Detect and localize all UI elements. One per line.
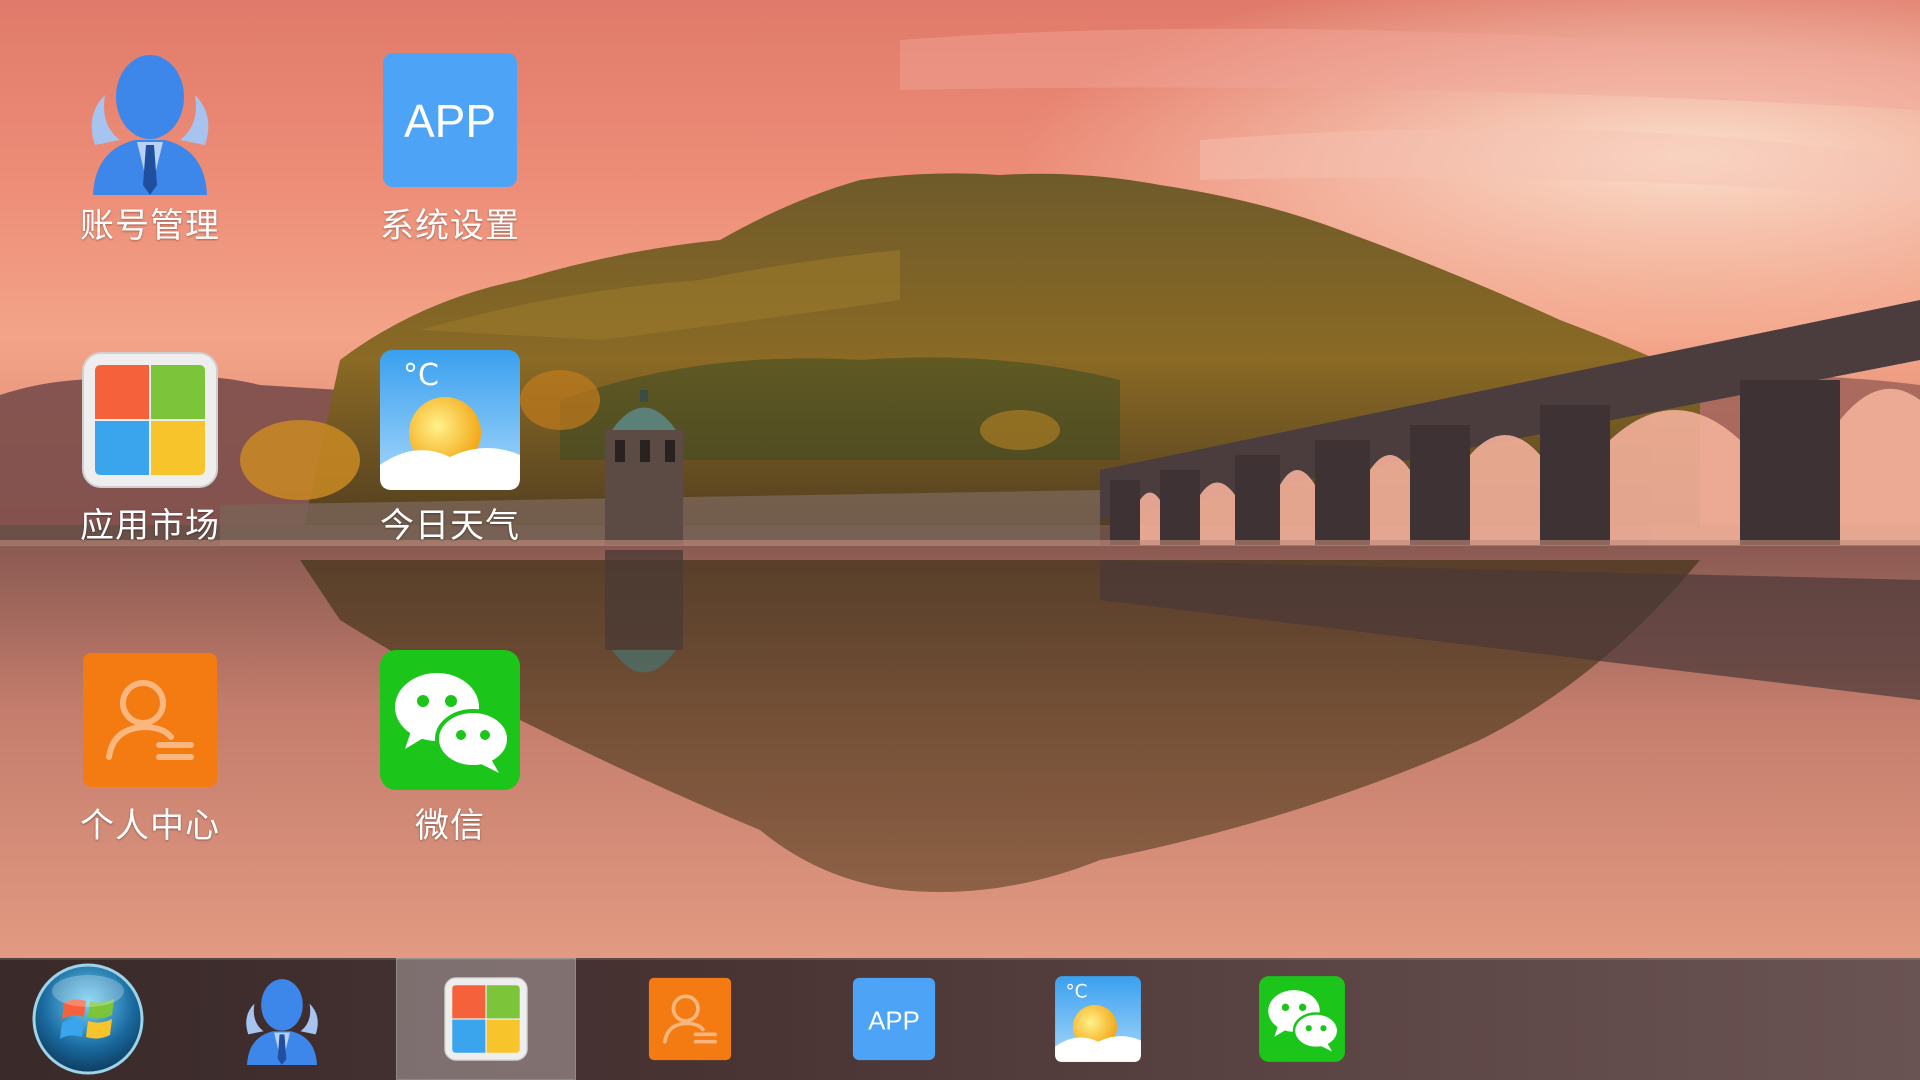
desktop-icon-label: 系统设置: [380, 206, 520, 246]
taskbar-item-account[interactable]: [192, 958, 372, 1080]
wallpaper-landscape: [0, 0, 1920, 958]
app-badge-text: APP: [404, 95, 496, 147]
weather-sun-icon: °C: [1055, 976, 1141, 1062]
weather-badge-text: °C: [403, 358, 439, 393]
desktop-icon-weather[interactable]: °C 今日天气: [335, 345, 565, 575]
weather-badge-text: °C: [1065, 982, 1087, 1003]
wechat-icon: [1259, 976, 1345, 1062]
desktop-icon-label: 今日天气: [380, 506, 520, 546]
desktop-icon-profile[interactable]: 个人中心: [35, 645, 265, 875]
desktop-icon-label: 应用市场: [80, 506, 220, 546]
taskbar-item-profile[interactable]: [600, 958, 780, 1080]
account-person-icon: [246, 979, 318, 1065]
desktop-icon-label: 账号管理: [80, 206, 220, 246]
account-person-icon: [91, 55, 209, 195]
weather-sun-icon: °C: [380, 350, 520, 490]
app-settings-icon: APP: [852, 977, 936, 1061]
desktop-icon-wechat[interactable]: 微信: [335, 645, 565, 875]
desktop-icon-settings[interactable]: APP 系统设置: [335, 45, 565, 275]
taskbar-item-settings[interactable]: APP: [804, 958, 984, 1080]
app-settings-icon: APP: [383, 53, 517, 187]
app-store-windows-icon: [444, 977, 528, 1061]
taskbar-item-weather[interactable]: °C: [1008, 958, 1188, 1080]
app-badge-text: APP: [868, 1007, 920, 1035]
start-button[interactable]: [32, 963, 144, 1075]
taskbar-item-wechat[interactable]: [1212, 958, 1392, 1080]
profile-person-icon: [83, 653, 217, 787]
desktop-icon-label: 微信: [415, 806, 485, 846]
wechat-icon: [380, 650, 520, 790]
windows-start-icon: [32, 963, 144, 1075]
desktop-icon-label: 个人中心: [80, 806, 220, 846]
desktop: 账号管理 APP 系统设置 应用市场 °C 今日天气 个人中心 微信 APP °…: [0, 0, 1920, 1080]
taskbar-item-store[interactable]: [396, 958, 576, 1080]
taskbar: APP °C: [0, 958, 1920, 1080]
profile-person-icon: [648, 977, 732, 1061]
desktop-icon-store[interactable]: 应用市场: [35, 345, 265, 575]
desktop-icon-account[interactable]: 账号管理: [35, 45, 265, 275]
app-store-windows-icon: [82, 352, 218, 488]
